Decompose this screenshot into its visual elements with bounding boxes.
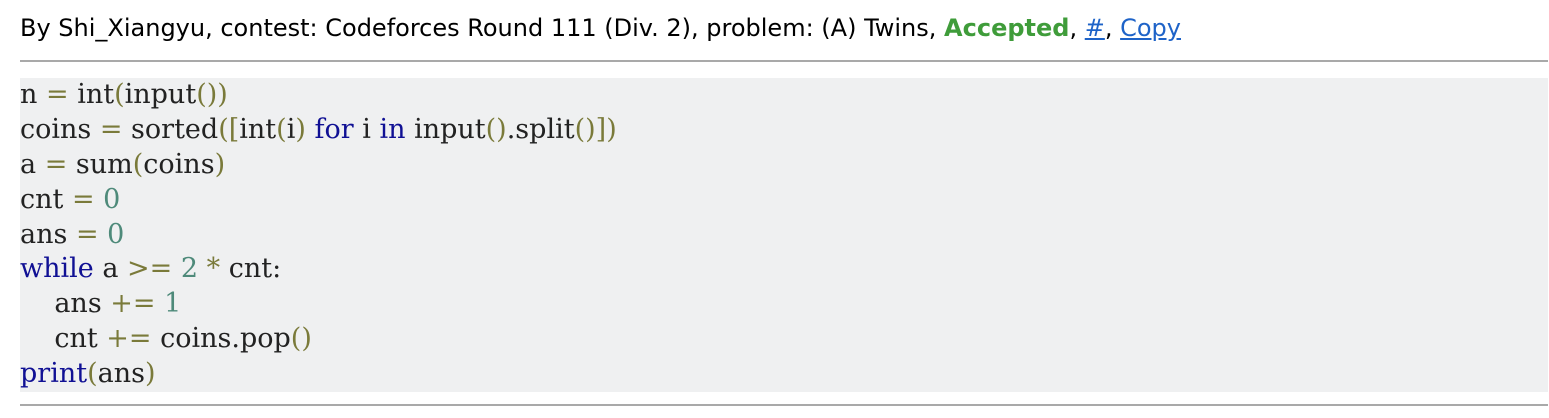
code-line: ans += 1	[20, 288, 182, 320]
separator: ,	[1104, 14, 1121, 42]
divider-bottom	[20, 404, 1548, 406]
code-line: print(ans)	[20, 358, 156, 390]
copy-link[interactable]: Copy	[1120, 14, 1181, 42]
code-line: while a >= 2 * cnt:	[20, 253, 282, 285]
contest-prefix: , contest:	[205, 14, 326, 42]
submission-header: By Shi_Xiangyu, contest: Codeforces Roun…	[20, 8, 1181, 48]
problem-name: (A) Twins	[821, 14, 929, 42]
contest-name: Codeforces Round 111 (Div. 2)	[325, 14, 692, 42]
verdict-badge: Accepted	[944, 14, 1070, 42]
permalink-link[interactable]: #	[1085, 14, 1105, 42]
separator: ,	[1069, 14, 1085, 42]
source-code-block[interactable]: n = int(input()) coins = sorted([int(i) f…	[20, 78, 1548, 392]
separator: ,	[928, 14, 945, 42]
author-name: Shi_Xiangyu	[58, 14, 206, 42]
code-line: ans = 0	[20, 218, 125, 250]
header-prefix: By	[20, 14, 59, 42]
code-line: cnt += coins.pop()	[20, 323, 312, 355]
code-line: n = int(input())	[20, 79, 228, 110]
problem-prefix: , problem:	[691, 14, 822, 42]
code-line: a = sum(coins)	[20, 148, 226, 180]
code-line: coins = sorted([int(i) for i in input().…	[20, 113, 617, 145]
divider-top	[20, 60, 1548, 62]
code-line: cnt = 0	[20, 183, 121, 215]
